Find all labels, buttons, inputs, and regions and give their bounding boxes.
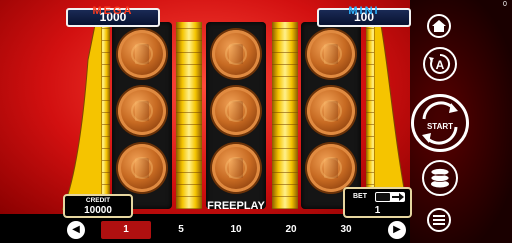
reel-3: [301, 22, 361, 209]
frame-left-wing: [62, 20, 102, 210]
bet-value: 1: [374, 205, 381, 216]
slot-game: MEGA 1000 MINI 100 CREDIT 10000 FREEPLAY…: [0, 0, 512, 243]
coin-stack-icon: [430, 168, 450, 188]
bet-label: BET: [353, 193, 367, 200]
chevron-left-icon: ◀: [72, 224, 80, 235]
home-button[interactable]: [427, 14, 451, 38]
credit-display: CREDIT 10000: [63, 194, 133, 218]
freeplay-text: FREEPLAY: [207, 200, 265, 212]
start-button[interactable]: START: [411, 94, 469, 152]
coin-symbol: [307, 144, 355, 192]
coin-symbol: [118, 87, 166, 135]
corner-counter: 0: [503, 1, 507, 8]
coin-symbol: [212, 87, 260, 135]
coin-symbol: [307, 30, 355, 78]
menu-icon: [433, 215, 445, 225]
chevron-right-icon: ▶: [393, 224, 401, 235]
menu-button[interactable]: [427, 208, 451, 232]
home-icon: [432, 20, 446, 32]
frame-right-wing: [374, 20, 409, 210]
svg-text:A: A: [436, 58, 445, 72]
bet-option-20[interactable]: 20: [266, 221, 316, 239]
bet-toggle[interactable]: [375, 192, 405, 202]
bet-option-30[interactable]: 30: [321, 221, 371, 239]
coin-symbol: [307, 87, 355, 135]
coin-symbol: [212, 144, 260, 192]
credit-label: CREDIT: [85, 197, 111, 204]
bet-option-1[interactable]: 1: [101, 221, 151, 239]
autoplay-button[interactable]: A: [423, 47, 457, 81]
coin-symbol: [118, 30, 166, 78]
mini-jackpot-label: MINI: [348, 5, 380, 17]
reel-2: [206, 22, 266, 209]
frame-column: [272, 22, 298, 209]
bet-display: BET 1: [343, 187, 412, 218]
bet-option-5[interactable]: 5: [156, 221, 206, 239]
coin-symbol: [212, 30, 260, 78]
credit-value: 10000: [84, 205, 112, 216]
autoplay-icon: A: [429, 53, 451, 74]
bet-prev-button[interactable]: ◀: [67, 221, 85, 239]
mini-jackpot: MINI 100: [317, 5, 411, 27]
coin-symbol: [118, 144, 166, 192]
bet-next-button[interactable]: ▶: [388, 221, 406, 239]
reel-1: [112, 22, 172, 209]
mega-jackpot-label: MEGA: [92, 5, 134, 17]
mega-jackpot: MEGA 1000: [66, 5, 160, 27]
frame-column: [176, 22, 202, 209]
start-label: START: [426, 122, 454, 131]
arrow-right-icon: [392, 193, 404, 201]
bet-stack-button[interactable]: [422, 160, 458, 196]
bet-option-10[interactable]: 10: [211, 221, 261, 239]
